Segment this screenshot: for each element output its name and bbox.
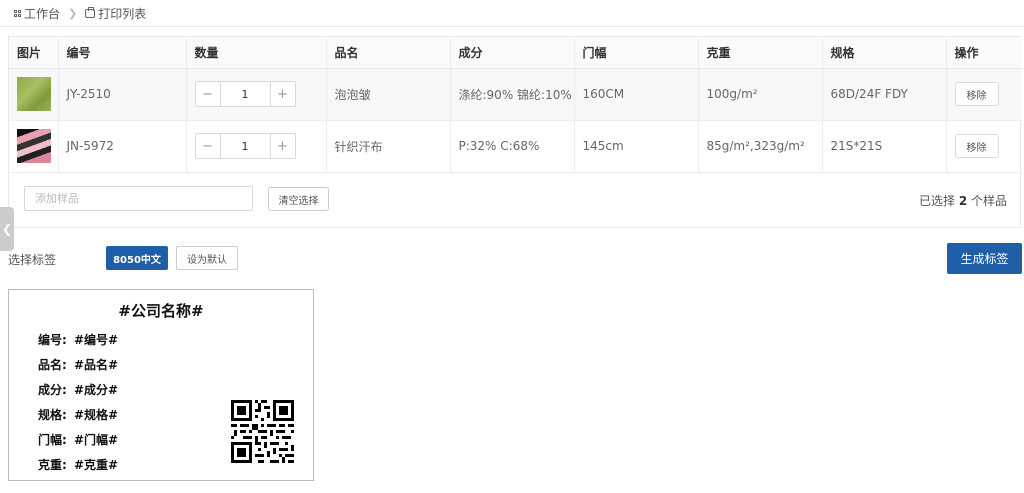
label-field-value: #克重# xyxy=(74,458,119,472)
col-header-width: 门幅 xyxy=(574,37,699,69)
col-header-name: 品名 xyxy=(326,37,451,69)
col-header-spec: 规格 xyxy=(822,37,947,69)
label-field-name: 编号: xyxy=(38,333,67,347)
clear-selection-button[interactable]: 清空选择 xyxy=(268,187,329,211)
set-default-button[interactable]: 设为默认 xyxy=(176,246,238,270)
selected-count-text: 已选择 2 个样品 xyxy=(919,192,1007,209)
breadcrumb-home[interactable]: 工作台 xyxy=(14,5,60,22)
cell-composition: 涤纶:90% 锦纶:10% xyxy=(450,68,575,121)
chevron-right-icon: ❯ xyxy=(68,6,78,20)
cell-weight: 85g/m²,323g/m² xyxy=(698,120,823,173)
remove-button[interactable]: 移除 xyxy=(954,134,999,158)
col-header-weight: 克重 xyxy=(698,37,823,69)
cell-width: 145cm xyxy=(574,120,699,173)
label-field: 编号: #编号# xyxy=(38,331,118,348)
label-field: 品名: #品名# xyxy=(38,356,118,373)
breadcrumb-home-label: 工作台 xyxy=(24,6,61,21)
cell-width: 160CM xyxy=(574,68,699,121)
printer-icon xyxy=(85,6,96,18)
label-field-name: 克重: xyxy=(38,458,67,472)
label-field-value: #编号# xyxy=(74,333,119,347)
selected-count: 2 xyxy=(958,194,968,208)
label-field-value: #成分# xyxy=(74,383,119,397)
label-field: 克重: #克重# xyxy=(38,456,118,473)
label-field-name: 门幅: xyxy=(38,433,67,447)
col-header-composition: 成分 xyxy=(450,37,575,69)
label-field-value: #门幅# xyxy=(74,433,119,447)
label-company-title: #公司名称# xyxy=(118,302,204,320)
breadcrumb-current-label: 打印列表 xyxy=(98,6,147,21)
label-preview: #公司名称# 编号: #编号# 品名: #品名# 成分: #成分# 规格: #规格# 门… xyxy=(8,289,314,481)
selected-suffix: 个样品 xyxy=(967,194,1007,208)
cell-spec: 21S*21S xyxy=(822,120,947,173)
cell-composition: P:32% C:68% xyxy=(450,120,575,173)
selected-prefix: 已选择 xyxy=(918,194,959,208)
add-sample-input[interactable] xyxy=(24,186,253,211)
sample-thumbnail[interactable] xyxy=(17,77,51,111)
breadcrumb: 工作台 ❯ 打印列表 xyxy=(0,0,1024,27)
cell-code: JN-5972 xyxy=(58,120,187,173)
col-header-code: 编号 xyxy=(58,37,187,69)
minus-button[interactable]: − xyxy=(195,134,221,158)
cell-name: 针织汗布 xyxy=(326,120,451,173)
remove-button[interactable]: 移除 xyxy=(954,82,999,106)
minus-button[interactable]: − xyxy=(195,82,221,106)
quantity-stepper: − 1 + xyxy=(194,81,296,107)
cell-code: JY-2510 xyxy=(58,68,187,121)
label-field-name: 成分: xyxy=(38,383,67,397)
generate-label-button[interactable]: 生成标签 xyxy=(947,243,1022,274)
grid-icon xyxy=(14,9,21,17)
breadcrumb-current: 打印列表 xyxy=(85,5,146,22)
table-row: JY-2510 − 1 + 泡泡皱 涤纶:90% 锦纶:10% 160CM 10… xyxy=(9,68,1022,121)
select-label-text: 选择标签 xyxy=(8,253,57,267)
table-row: JN-5972 − 1 + 针织汗布 P:32% C:68% 145cm 85g… xyxy=(9,120,1022,173)
plus-button[interactable]: + xyxy=(269,134,295,158)
sample-thumbnail[interactable] xyxy=(17,129,51,163)
qr-code-icon xyxy=(231,400,294,463)
plus-button[interactable]: + xyxy=(269,82,295,106)
cell-spec: 68D/24F FDY xyxy=(822,68,947,121)
label-field-name: 规格: xyxy=(38,408,67,422)
label-field-value: #规格# xyxy=(74,408,119,422)
label-field: 门幅: #门幅# xyxy=(38,431,118,448)
chevron-left-icon[interactable]: ❮ xyxy=(0,207,14,251)
label-field: 成分: #成分# xyxy=(38,381,118,398)
col-header-image: 图片 xyxy=(9,37,59,69)
table-header-row: 图片 编号 数量 品名 成分 门幅 克重 规格 操作 xyxy=(9,37,1022,69)
label-field-value: #品名# xyxy=(74,358,119,372)
cell-name: 泡泡皱 xyxy=(326,68,451,121)
cell-weight: 100g/m² xyxy=(698,68,823,121)
quantity-stepper: − 1 + xyxy=(194,133,296,159)
col-header-action: 操作 xyxy=(946,37,1022,69)
quantity-value[interactable]: 1 xyxy=(220,82,270,106)
quantity-value[interactable]: 1 xyxy=(220,134,270,158)
col-header-qty: 数量 xyxy=(186,37,327,69)
label-template-button[interactable]: 8050中文 xyxy=(106,246,168,270)
label-field-name: 品名: xyxy=(38,358,67,372)
add-sample-bar: 清空选择 已选择 2 个样品 xyxy=(8,171,1021,228)
label-field: 规格: #规格# xyxy=(38,406,118,423)
